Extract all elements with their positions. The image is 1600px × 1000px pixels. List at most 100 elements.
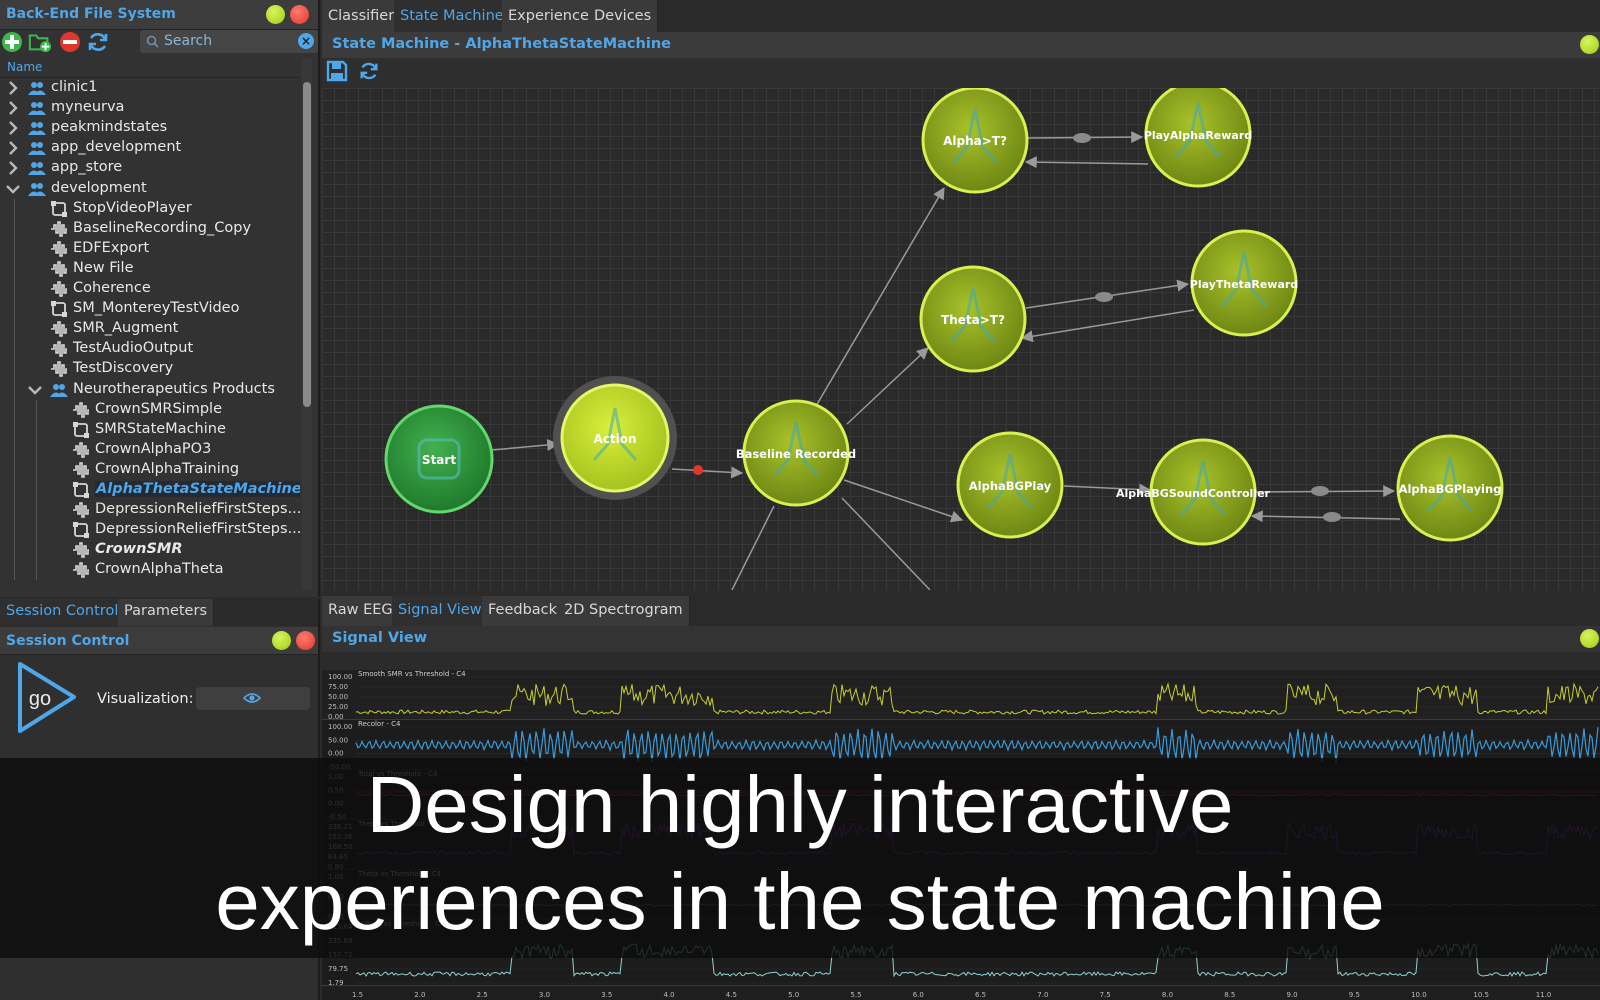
tree-item[interactable]: Neurotherapeutics Products (0, 380, 300, 400)
tab-session-control[interactable]: Session Control (0, 599, 126, 626)
tab-devices[interactable]: Devices (588, 0, 659, 32)
tree-item[interactable]: TestAudioOutput (0, 339, 300, 359)
tree-item[interactable]: AlphaThetaStateMachine (0, 480, 300, 500)
tab-2d-spectrogram[interactable]: 2D Spectrogram (558, 596, 690, 626)
edge-baseline-offscreen-1[interactable] (731, 505, 775, 590)
edge-playtheta-theta[interactable] (1020, 309, 1195, 343)
tree-item[interactable]: app_development (0, 138, 300, 158)
clear-search-icon[interactable]: × (298, 33, 314, 49)
add-icon[interactable] (0, 30, 24, 54)
remove-icon[interactable] (58, 30, 82, 54)
tree-item-label: CrownAlphaTraining (95, 460, 240, 477)
edge-handle[interactable] (1073, 133, 1091, 143)
tree-item[interactable]: New File (0, 259, 300, 279)
edge-playalpha-alpha[interactable] (1024, 156, 1149, 169)
chevron-down-icon[interactable] (6, 180, 20, 198)
node-baseline-recorded[interactable]: Baseline Recorded (736, 399, 856, 507)
tree-item[interactable]: CrownAlphaPO3 (0, 440, 300, 460)
signal-channel[interactable]: 100.00 75.00 50.00 25.00 0.00 Smooth SMR vs T… (322, 670, 1600, 721)
state-machine-status-dot[interactable] (1580, 35, 1599, 54)
tree-scrollbar[interactable] (302, 58, 312, 590)
waveform-icon (50, 220, 68, 237)
tree-item[interactable]: CrownAlphaTraining (0, 460, 300, 480)
tab-feedback[interactable]: Feedback (482, 596, 565, 626)
tree-item[interactable]: TestDiscovery (0, 359, 300, 379)
chevron-right-icon[interactable] (6, 139, 20, 157)
tree-item[interactable]: BaselineRecording_Copy (0, 219, 300, 239)
edge-handle[interactable] (1323, 512, 1341, 522)
tab-raw-eeg[interactable]: Raw EEG (322, 596, 400, 626)
node-alpha-bg-play[interactable]: AlphaBGPlay (956, 431, 1064, 539)
tree-column-header[interactable]: Name (0, 58, 300, 78)
edge-handle[interactable] (1095, 292, 1113, 302)
node-start[interactable]: Start (384, 404, 494, 514)
go-button[interactable]: go (16, 660, 78, 735)
tree-item[interactable]: StopVideoPlayer (0, 199, 300, 219)
signal-view-status-dot[interactable] (1580, 629, 1599, 648)
tree-item[interactable]: Coherence (0, 279, 300, 299)
tree-item[interactable]: development (0, 179, 300, 199)
tree-item[interactable]: EDFExport (0, 239, 300, 259)
search-placeholder: Search (164, 33, 213, 49)
tree-item[interactable]: DepressionReliefFirstSteps... (0, 500, 300, 520)
search-input[interactable]: Search × (140, 30, 318, 53)
reload-icon[interactable] (358, 60, 380, 82)
node-theta-check[interactable]: Theta>T? (919, 265, 1027, 373)
node-action-label: Action (593, 432, 636, 446)
tab-state-machine[interactable]: State Machine (394, 0, 511, 32)
chevron-right-icon[interactable] (6, 79, 20, 97)
tree-item[interactable]: app_store (0, 158, 300, 178)
waveform-icon (50, 281, 68, 297)
tree-scrollbar-thumb[interactable] (303, 82, 311, 407)
tab-classifier[interactable]: Classifier (322, 0, 402, 32)
tree-item-label: app_development (51, 139, 182, 156)
chevron-right-icon[interactable] (6, 119, 20, 137)
tree-item[interactable]: SMRStateMachine (0, 420, 300, 440)
x-tick-label: 8.0 (1162, 991, 1173, 999)
add-folder-icon[interactable] (28, 30, 52, 54)
tree-item[interactable]: CrownSMR (0, 540, 300, 560)
node-alpha-check[interactable]: Alpha>T? (921, 88, 1029, 194)
y-tick-label: 79.75 (328, 965, 348, 973)
node-play-alpha-reward[interactable]: PlayAlphaReward (1144, 88, 1252, 188)
edge-baseline-alphabgplay[interactable] (843, 479, 964, 523)
tab-signal-view[interactable]: Signal View (392, 596, 489, 626)
tree-item[interactable]: peakmindstates (0, 118, 300, 138)
edge-action-baseline[interactable] (671, 466, 744, 479)
session-maximize-button[interactable] (272, 631, 291, 650)
edge-handle[interactable] (1311, 486, 1329, 496)
close-button[interactable] (290, 5, 309, 24)
y-tick-label: 75.00 (328, 683, 348, 691)
visualization-toggle[interactable] (196, 687, 310, 710)
edge-baseline-theta[interactable] (846, 347, 929, 425)
node-alpha-bg-sound-controller[interactable]: AlphaBGSoundController (1116, 438, 1271, 546)
tree-item[interactable]: myneurva (0, 98, 300, 118)
tab-parameters[interactable]: Parameters (118, 599, 214, 626)
node-action[interactable]: Action (553, 376, 677, 500)
tree-item-label: CrownSMRSimple (95, 400, 222, 417)
tree-item[interactable]: CrownAlphaTheta (0, 560, 300, 580)
chevron-right-icon[interactable] (6, 159, 20, 177)
tree-item[interactable]: DepressionReliefFirstSteps... (0, 520, 300, 540)
node-alphabgplaying-label: AlphaBGPlaying (1399, 482, 1502, 496)
transition-indicator[interactable] (693, 465, 703, 475)
tree-item[interactable]: CrownSMRSimple (0, 400, 300, 420)
x-tick-label: 3.0 (539, 991, 550, 999)
refresh-icon[interactable] (86, 30, 110, 54)
session-close-button[interactable] (296, 631, 315, 650)
tree-item[interactable]: SM_MontereyTestVideo (0, 299, 300, 319)
node-alpha-bg-playing[interactable]: AlphaBGPlaying (1396, 434, 1504, 542)
tab-experience[interactable]: Experience (502, 0, 596, 32)
maximize-button[interactable] (266, 5, 285, 24)
state-machine-canvas[interactable]: Start Action Baseline Recorded Alpha>T? … (322, 88, 1600, 590)
tree-item-label: CrownAlphaPO3 (95, 440, 212, 457)
edge-start-action[interactable] (491, 439, 560, 451)
chevron-down-icon[interactable] (28, 381, 42, 399)
node-play-theta-reward[interactable]: PlayThetaReward (1190, 229, 1298, 337)
tree-item[interactable]: clinic1 (0, 78, 300, 98)
chevron-right-icon[interactable] (6, 99, 20, 117)
tree-item[interactable]: SMR_Augment (0, 319, 300, 339)
edge-baseline-offscreen-2[interactable] (841, 497, 931, 590)
save-icon[interactable] (326, 60, 348, 82)
file-tree: clinic1 myneurva peakmindstates app_develop… (0, 78, 300, 590)
